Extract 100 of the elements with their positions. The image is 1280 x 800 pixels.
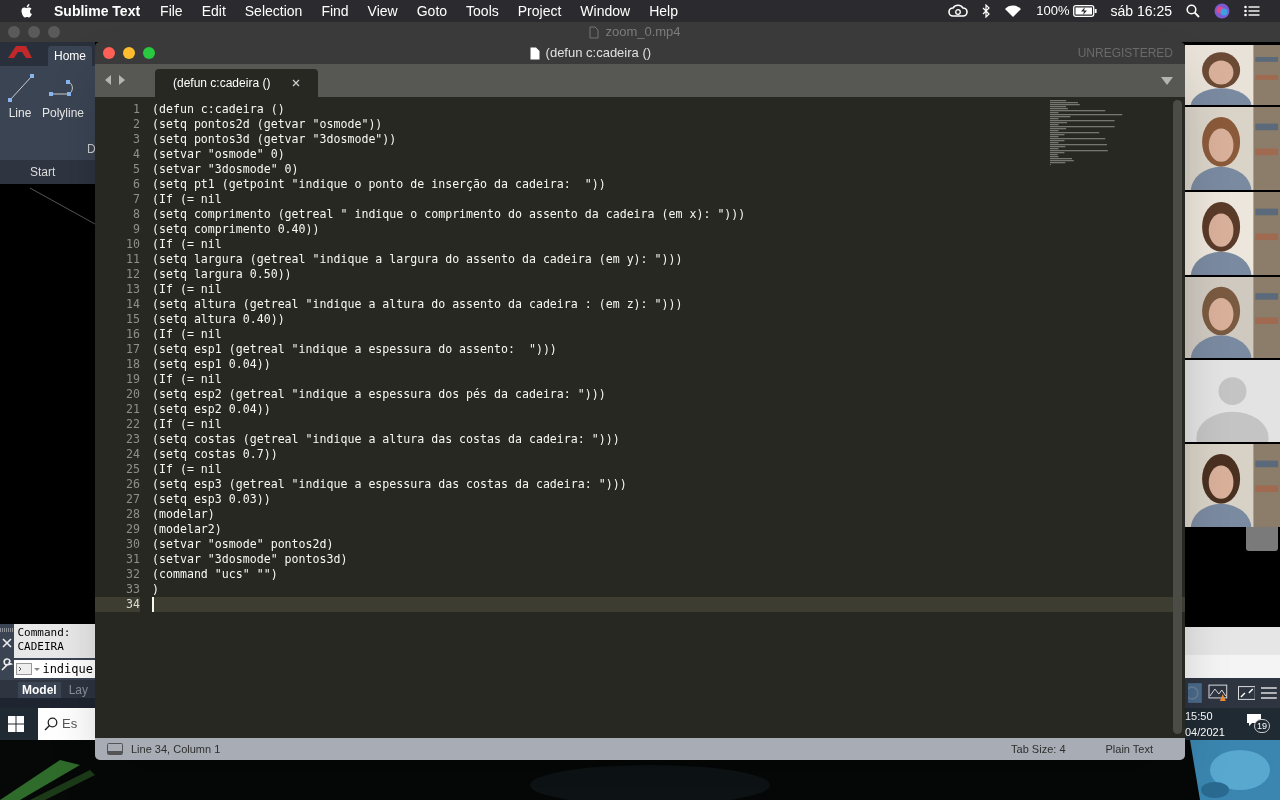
line-number: 26 [126,477,140,492]
code-line: (setvar "3dosmode" 0) [152,162,299,177]
code-line: (setq comprimento (getreal " indique o comprimento do assento da cadeira (em x): "))) [152,207,746,222]
menu-item[interactable]: Help [649,0,678,22]
line-number: 10 [126,237,140,252]
code-line: (setq esp1 (getreal "indique a espessura do assento: "))) [152,342,557,357]
code-line: (If (= nil [152,237,222,252]
menu-item[interactable]: Edit [201,0,226,22]
menu-item[interactable]: File [160,0,183,22]
code-line: (modelar2) [152,522,222,537]
grip-icon[interactable] [0,628,15,632]
menu-item[interactable]: Tools [466,0,499,22]
wifi-icon[interactable] [1004,4,1023,18]
tool-button[interactable]: Polyline [42,72,85,122]
code-line: (If (= nil [152,462,222,477]
app-menu[interactable]: Sublime Text [54,0,141,22]
window-title: (defun c:cadeira () [545,44,652,63]
code-line: (setq esp2 0.04)) [152,402,271,417]
search-icon[interactable] [1186,4,1200,18]
taskbar-date[interactable]: 04/2021 [1185,724,1225,740]
panel-label: D [87,141,96,158]
layout-tab[interactable]: Lay [64,682,93,698]
code-line: (If (= nil [152,282,222,297]
line-number: 15 [126,312,140,327]
control-center-icon[interactable] [1244,5,1260,17]
apple-logo-icon[interactable] [20,3,34,19]
snap-toggle-icon[interactable] [1188,683,1202,704]
syntax-selector[interactable]: Plain Text [1105,740,1153,758]
windows-start-icon[interactable] [8,716,24,732]
line-number: 4 [133,147,140,162]
code-line: (setq costas (getreal "indique a altura das costas da cadeira: "))) [152,432,620,447]
code-line: (If (= nil [152,417,222,432]
code-line: (setq esp3 (getreal "indique a espessura das costas da cadeira: "))) [152,477,627,492]
zoom-button[interactable] [143,47,155,59]
line-number: 30 [126,537,140,552]
code-line: (defun c:cadeira () [152,102,285,117]
line-number: 14 [126,297,140,312]
code-line: (setq esp3 0.03)) [152,492,271,507]
code-line: (setq largura 0.50)) [152,267,292,282]
menu-icon[interactable] [1261,686,1277,701]
code-line: (setq costas 0.7)) [152,447,278,462]
search-icon [44,717,58,731]
dropdown-icon[interactable] [1161,77,1173,85]
line-number: 24 [126,447,140,462]
fullscreen-icon[interactable] [1237,686,1256,701]
line-number: 27 [126,492,140,507]
taskbar-search-field[interactable]: Es [38,708,95,740]
bluetooth-icon[interactable] [982,4,991,18]
code-line: (setvar "osmode" 0) [152,147,285,162]
tab-size-selector[interactable]: Tab Size: 4 [1011,740,1066,758]
line-number: 17 [126,342,140,357]
code-line: (setq pontos2d (getvar "osmode")) [152,117,383,132]
panel-handle[interactable] [1246,527,1278,551]
document-icon [529,46,540,60]
annotation-icon[interactable] [1207,684,1228,703]
taskbar-time[interactable]: 15:50 [1185,708,1225,724]
battery-percentage: 100% [1036,2,1070,21]
menu-item[interactable]: Selection [244,0,303,22]
line-number: 25 [126,462,140,477]
code-line: (modelar) [152,507,215,522]
layout-tab[interactable]: Model [18,682,61,698]
siri-icon[interactable] [1214,3,1230,19]
clock[interactable]: sáb 16:25 [1110,0,1172,22]
tool-button[interactable]: Line [4,72,36,122]
editor-tab[interactable]: (defun c:cadeira () [155,69,319,97]
code-line: (setq pt1 (getpoint "indique o ponto de inserção da cadeira: ")) [152,177,606,192]
code-line: ) [152,582,159,597]
line-number: 22 [126,417,140,432]
command-history-line: Command: [17,626,72,640]
close-button[interactable] [103,47,115,59]
ribbon-tab[interactable]: Home [48,46,92,66]
line-number: 6 [133,177,140,192]
line-number: 9 [133,222,140,237]
line-number: 29 [126,522,140,537]
close-icon[interactable] [292,79,301,87]
line-number: 12 [126,267,140,282]
command-input-field[interactable]: indique [14,660,95,678]
menu-item[interactable]: Window [580,0,631,22]
line-number: 2 [133,117,140,132]
line-number: 32 [126,567,140,582]
menu-item[interactable]: Find [321,0,349,22]
menu-item[interactable]: Project [517,0,562,22]
menu-item[interactable]: View [367,0,398,22]
battery-icon[interactable] [1072,5,1097,17]
code-line: (setvar "osmode" pontos2d) [152,537,334,552]
wrench-icon[interactable] [0,658,15,672]
code-line: (setq esp2 (getreal "indique a espessura dos pés da cadeira: "))) [152,387,606,402]
notification-button[interactable]: 19 [1246,713,1270,735]
menu-item[interactable]: Goto [416,0,448,22]
line-number: 3 [133,132,140,147]
code-line: (setq comprimento 0.40)) [152,222,320,237]
panel-toggle-icon[interactable] [107,743,123,755]
scrollbar[interactable] [1173,100,1182,734]
minimize-button[interactable] [123,47,135,59]
cloud-icon[interactable] [948,4,969,18]
code-line: (setq altura 0.40)) [152,312,285,327]
window-title: zoom_0.mp4 [605,23,681,42]
line-number: 13 [126,282,140,297]
line-number: 21 [126,402,140,417]
code-line: (If (= nil [152,372,222,387]
